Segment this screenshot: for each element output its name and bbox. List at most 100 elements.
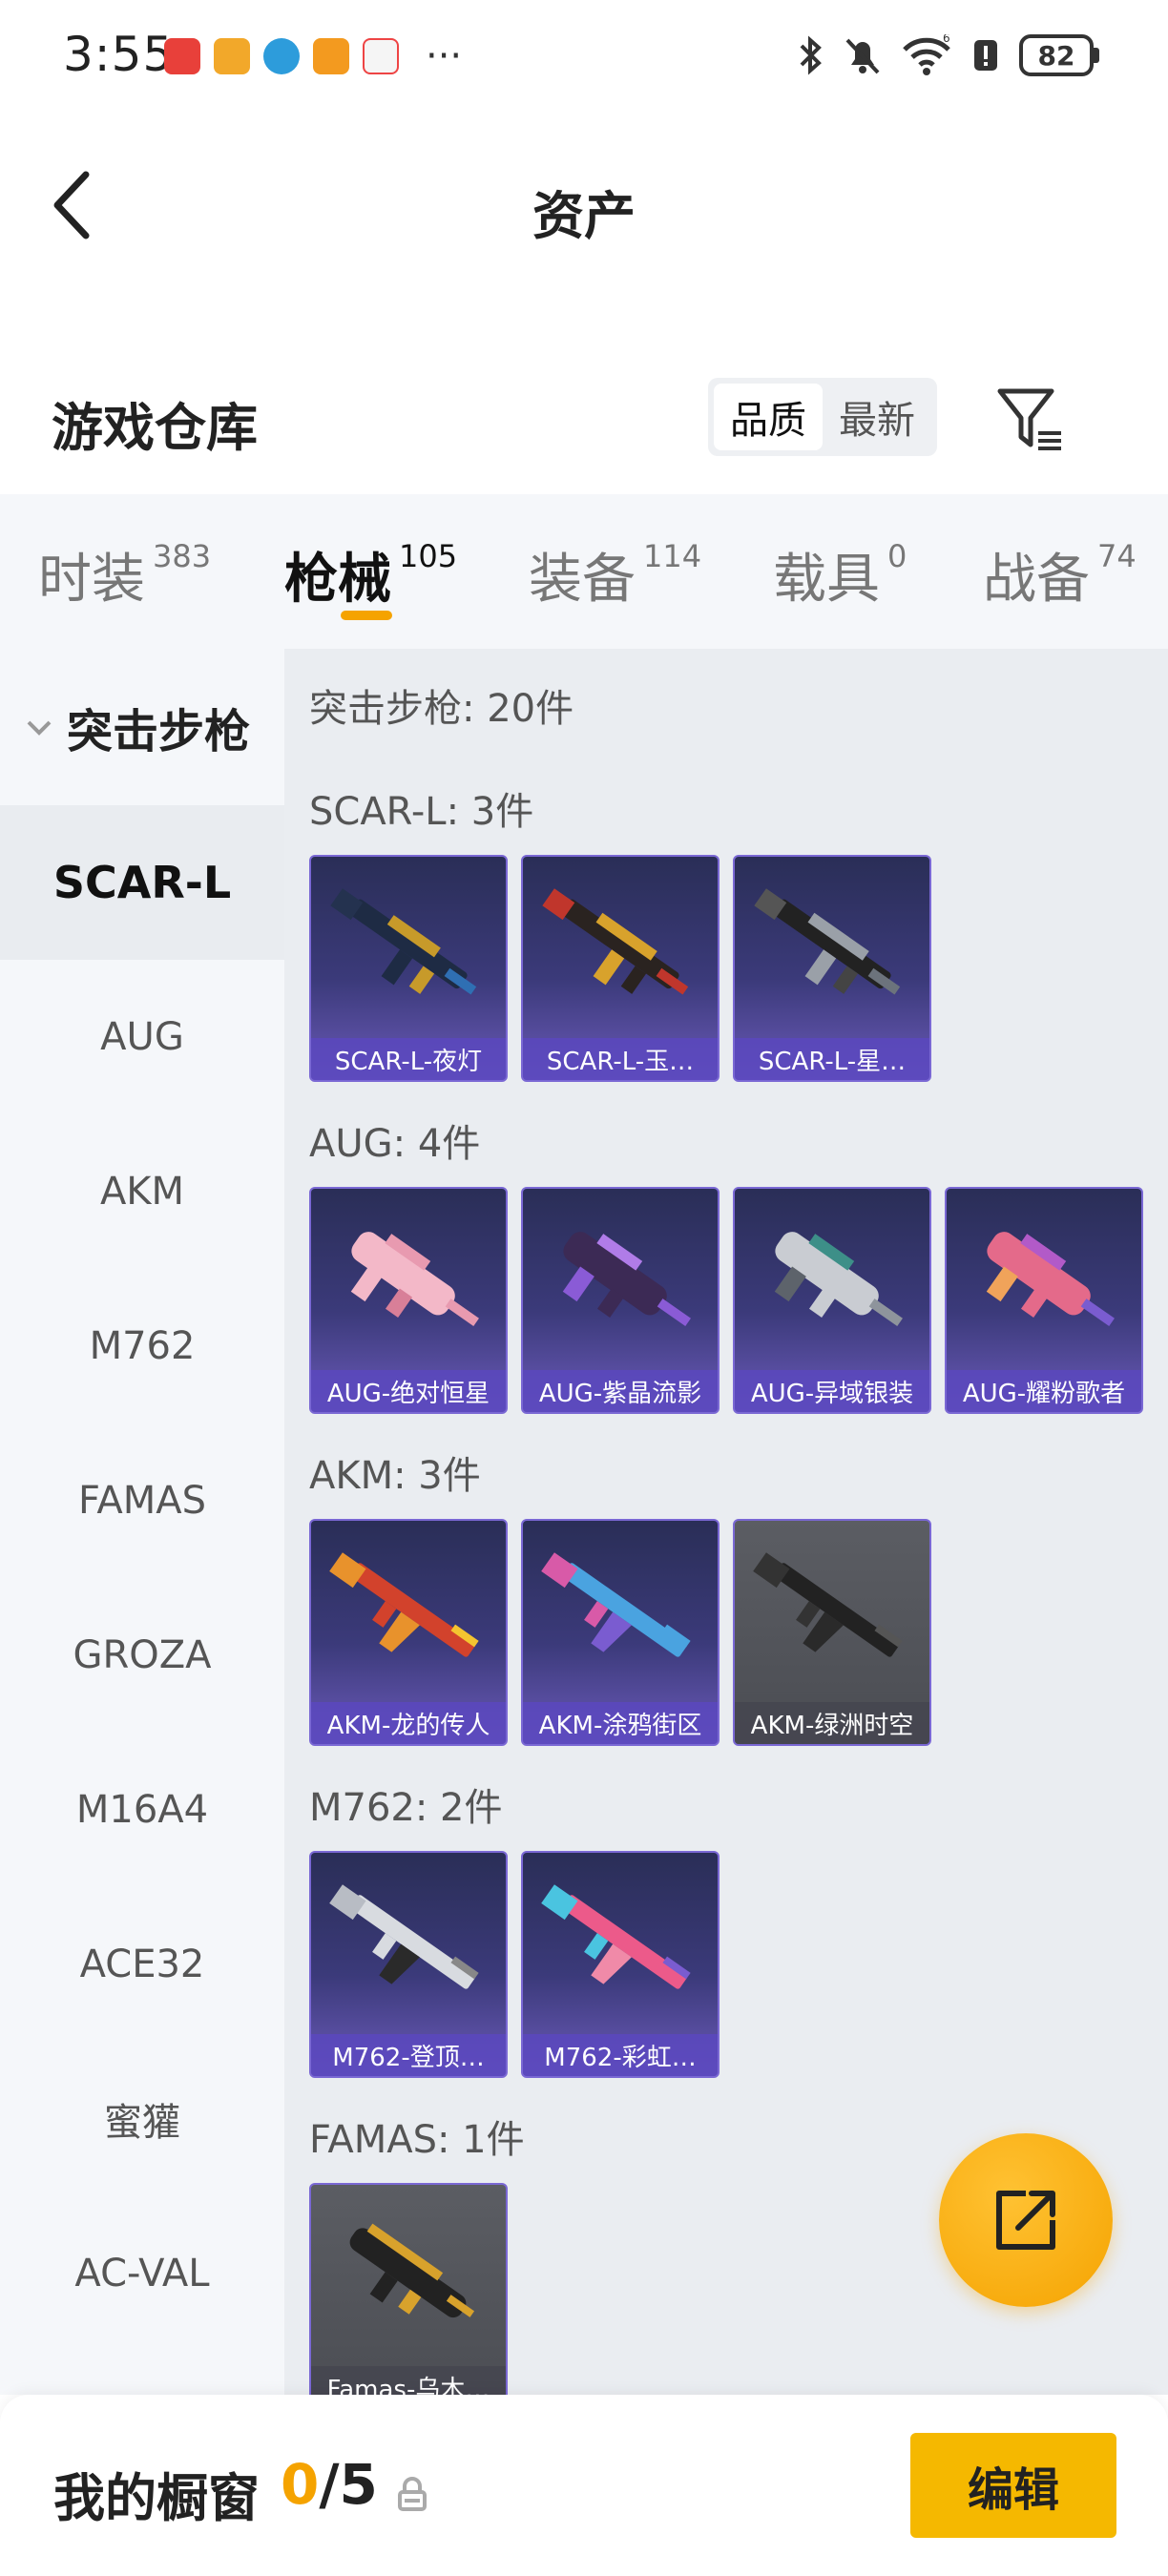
- rifle-icon: [542, 888, 689, 995]
- sidebar-item-scar-l[interactable]: SCAR-L: [0, 805, 284, 960]
- browser-app-icon: [263, 38, 300, 74]
- weapon-card[interactable]: SCAR-L-玉…: [521, 855, 720, 1082]
- external-link-icon: [996, 2191, 1055, 2250]
- weapon-card[interactable]: Famas-乌木…: [309, 2183, 508, 2395]
- rifle-icon: [774, 1232, 903, 1326]
- sidebar-category-label: 突击步枪: [67, 705, 251, 758]
- group-title-famas: FAMAS: 1件: [309, 2118, 525, 2162]
- weapon-name: SCAR-L-玉…: [523, 1038, 718, 1080]
- rifle-icon: [349, 2223, 475, 2318]
- share-button[interactable]: [939, 2133, 1113, 2307]
- group-items-famas: Famas-乌木…: [309, 2183, 508, 2395]
- app-header: 资产: [0, 114, 1168, 296]
- showcase-max: 5: [339, 2452, 378, 2517]
- sidebar-item-m762[interactable]: M762: [0, 1269, 284, 1423]
- group-items-aug: AUG-绝对恒星 AUG-紫晶流影 AUG-异域银装 AUG-耀粉歌者: [309, 1187, 1143, 1414]
- rifle-icon: [541, 1884, 691, 1989]
- battery-level: 82: [1019, 34, 1094, 76]
- showcase-separator: /: [319, 2452, 340, 2517]
- rifle-icon: [986, 1232, 1115, 1326]
- group-items-m762: M762-登顶… M762-彩虹…: [309, 1851, 720, 2078]
- warehouse-header: 游戏仓库 品质 最新: [0, 353, 1168, 487]
- weapon-card[interactable]: M762-彩虹…: [521, 1851, 720, 2078]
- group-items-akm: AKM-龙的传人 AKM-涂鸦街区 AKM-绿洲时空: [309, 1519, 931, 1746]
- tab-weapons[interactable]: 枪械 105: [284, 536, 457, 613]
- lock-icon: [398, 2477, 427, 2511]
- tab-supplies[interactable]: 战备 74: [983, 536, 1137, 613]
- weapon-name: SCAR-L-星…: [735, 1038, 929, 1080]
- weapon-card[interactable]: AKM-涂鸦街区: [521, 1519, 720, 1746]
- rifle-icon: [329, 1552, 479, 1657]
- status-indicators: 6 82: [798, 34, 1099, 76]
- weapon-card[interactable]: AKM-绿洲时空: [733, 1519, 931, 1746]
- sidebar-item-akm[interactable]: AKM: [0, 1114, 284, 1269]
- network-type-label: 6: [943, 34, 950, 45]
- battery-indicator: 82: [1019, 34, 1099, 76]
- tab-fashion[interactable]: 时装 383: [38, 536, 211, 613]
- warehouse-title: 游戏仓库: [52, 398, 258, 458]
- sort-newest-button[interactable]: 最新: [823, 384, 931, 450]
- weapon-name: AUG-耀粉歌者: [947, 1370, 1141, 1412]
- weapon-name: AUG-绝对恒星: [311, 1370, 506, 1412]
- calendar-app-icon: [363, 38, 399, 74]
- weapon-card[interactable]: AKM-龙的传人: [309, 1519, 508, 1746]
- showcase-bar: 我的橱窗 0/5 编辑: [0, 2395, 1168, 2576]
- showcase-label: 我的橱窗: [53, 2468, 260, 2528]
- rifle-icon: [562, 1232, 691, 1326]
- weapon-card[interactable]: SCAR-L-夜灯: [309, 855, 508, 1082]
- category-total: 突击步枪: 20件: [309, 687, 574, 731]
- weapon-name: M762-彩虹…: [523, 2034, 718, 2076]
- group-title-m762: M762: 2件: [309, 1786, 503, 1830]
- app-root: 3:55 ··· 6 82 资产 游戏仓库 品质 最新 时装 383 枪械 10…: [0, 0, 1168, 2576]
- filter-icon: [997, 388, 1061, 450]
- weapon-name: AUG-异域银装: [735, 1370, 929, 1412]
- edit-button[interactable]: 编辑: [910, 2433, 1116, 2538]
- status-time: 3:55: [63, 27, 175, 82]
- sidebar-category-header[interactable]: 突击步枪: [0, 649, 284, 805]
- sidebar-item-ac-val[interactable]: AC-VAL: [0, 2196, 284, 2351]
- weapon-card[interactable]: SCAR-L-星…: [733, 855, 931, 1082]
- sidebar-item-aug[interactable]: AUG: [0, 960, 284, 1114]
- weapon-sidebar: 突击步枪 SCAR-L AUG AKM M762 FAMAS GROZA M16…: [0, 649, 284, 2395]
- target-app-icon: [214, 38, 250, 74]
- rifle-icon: [330, 888, 477, 995]
- weapon-card[interactable]: AUG-绝对恒星: [309, 1187, 508, 1414]
- rifle-icon: [350, 1232, 479, 1326]
- bluetooth-icon: [800, 35, 822, 75]
- rifle-icon: [753, 1552, 903, 1657]
- filter-button[interactable]: [992, 382, 1069, 458]
- sidebar-item-famas[interactable]: FAMAS: [0, 1423, 284, 1578]
- group-title-akm: AKM: 3件: [309, 1454, 481, 1498]
- showcase-count: 0/5: [281, 2452, 378, 2517]
- weapon-card[interactable]: M762-登顶…: [309, 1851, 508, 2078]
- mute-bell-icon: [845, 38, 880, 74]
- rifle-icon: [329, 1884, 479, 1989]
- status-app-icons: ···: [164, 34, 463, 78]
- video-app-icon: [313, 38, 349, 74]
- weapon-card[interactable]: AUG-异域银装: [733, 1187, 931, 1414]
- weapon-card[interactable]: AUG-耀粉歌者: [945, 1187, 1143, 1414]
- weapon-card[interactable]: AUG-紫晶流影: [521, 1187, 720, 1414]
- content-area: 突击步枪 SCAR-L AUG AKM M762 FAMAS GROZA M16…: [0, 649, 1168, 2395]
- weapon-name: AUG-紫晶流影: [523, 1370, 718, 1412]
- rifle-icon: [541, 1552, 691, 1657]
- weapon-name: SCAR-L-夜灯: [311, 1038, 506, 1080]
- sidebar-item-ace32[interactable]: ACE32: [0, 1887, 284, 2042]
- sidebar-item-groza[interactable]: GROZA: [0, 1578, 284, 1733]
- weapon-name: M762-登顶…: [311, 2034, 506, 2076]
- sort-quality-button[interactable]: 品质: [714, 384, 823, 450]
- chevron-down-icon: [27, 720, 52, 736]
- tab-equipment[interactable]: 装备 114: [529, 536, 701, 613]
- group-title-aug: AUG: 4件: [309, 1122, 481, 1166]
- showcase-current: 0: [281, 2452, 320, 2517]
- tab-vehicles[interactable]: 载具 0: [773, 536, 907, 613]
- active-tab-indicator: [341, 611, 392, 620]
- weapon-name: AKM-涂鸦街区: [523, 1702, 718, 1744]
- weapon-name: Famas-乌木…: [311, 2366, 506, 2395]
- rifle-icon: [754, 888, 901, 995]
- sidebar-item-m16a4[interactable]: M16A4: [0, 1733, 284, 1887]
- page-title: 资产: [532, 186, 636, 246]
- more-notifications-icon: ···: [426, 34, 463, 78]
- sidebar-item-honey-badger[interactable]: 蜜獾: [0, 2042, 284, 2196]
- status-bar: 3:55 ··· 6 82: [0, 0, 1168, 114]
